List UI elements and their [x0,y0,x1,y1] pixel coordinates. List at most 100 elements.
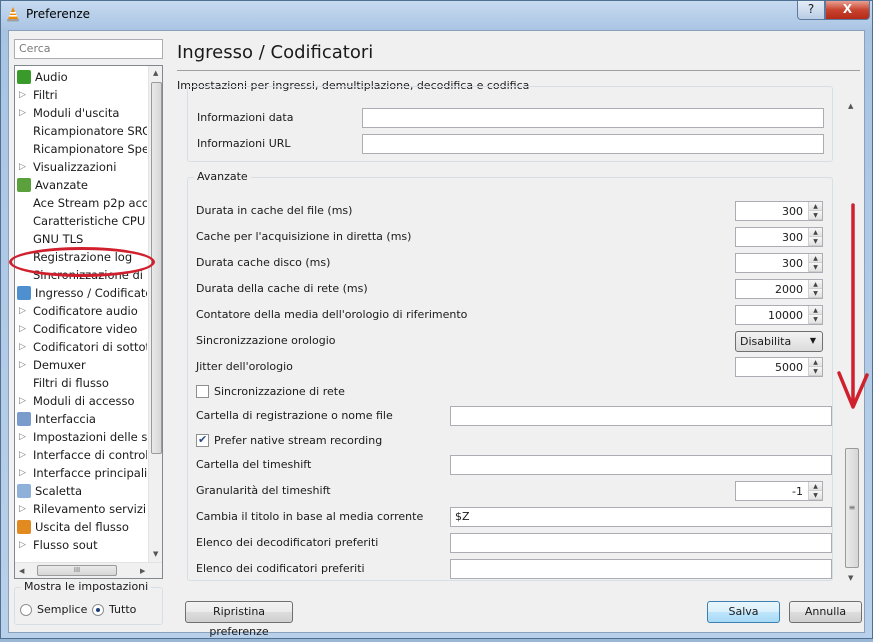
radio-all[interactable] [92,604,104,616]
tree-hscroll-thumb[interactable]: III [37,565,117,576]
expand-arrow-icon[interactable]: ▷ [19,446,26,464]
clock-average-spinbox[interactable]: 10000 ▲ ▼ [735,305,823,325]
scroll-up-icon[interactable]: ▲ [848,102,853,110]
network-cache-spinbox[interactable]: 2000 ▲ ▼ [735,279,823,299]
preferred-decoders-input[interactable] [450,533,832,553]
expand-arrow-icon[interactable]: ▷ [19,86,26,104]
save-button[interactable]: Salva [707,601,780,623]
spin-up-icon[interactable]: ▲ [809,306,822,315]
expand-arrow-icon[interactable]: ▷ [19,464,26,482]
expand-arrow-icon[interactable]: ▷ [19,338,26,356]
timeshift-granularity-spinbox[interactable]: -1 ▲ ▼ [735,481,823,501]
scroll-up-icon[interactable]: ▲ [153,69,158,77]
sidebar-item[interactable]: Audio [15,68,147,86]
radio-simple[interactable] [20,604,32,616]
expand-arrow-icon[interactable]: ▷ [19,428,26,446]
tree-vertical-scrollbar[interactable]: ▲ ▼ [148,66,162,562]
settings-vertical-scrollbar[interactable]: ▲ ≡ ▼ [844,96,860,585]
help-button[interactable]: ? [797,1,825,20]
scroll-left-icon[interactable]: ◀ [19,567,24,575]
live-cache-spinbox[interactable]: 300 ▲ ▼ [735,227,823,247]
title-change-input[interactable]: $Z [450,507,832,527]
sidebar-item[interactable]: Ricampionatore Spee [15,140,147,158]
tree-horizontal-scrollbar[interactable]: ◀ III ▶ [15,562,162,578]
spin-down-icon[interactable]: ▼ [809,315,822,324]
scroll-right-icon[interactable]: ▶ [140,567,145,575]
tree-scroll-thumb[interactable] [151,82,162,454]
record-dir-input[interactable] [450,406,832,426]
spin-up-icon[interactable]: ▲ [809,228,822,237]
clock-jitter-spinbox[interactable]: 5000 ▲ ▼ [735,357,823,377]
network-sync-checkbox[interactable] [196,385,209,398]
sidebar-item[interactable]: ▷ Moduli di accesso [15,392,147,410]
sidebar-item[interactable]: ▷ Flusso sout [15,536,147,554]
disc-cache-spinbox[interactable]: 300 ▲ ▼ [735,253,823,273]
sidebar-item[interactable]: ▷ Filtri [15,86,147,104]
sidebar-item[interactable]: Sincronizzazione di re [15,266,147,284]
spin-down-icon[interactable]: ▼ [809,263,822,272]
spin-up-icon[interactable]: ▲ [809,280,822,289]
spin-down-icon[interactable]: ▼ [809,367,822,376]
music-note-icon [17,70,31,84]
info-url-input[interactable] [362,134,824,154]
disc-cache-value: 300 [782,257,803,270]
cancel-button[interactable]: Annulla [789,601,862,623]
spin-down-icon[interactable]: ▼ [809,211,822,220]
sidebar-item-label: Visualizzazioni [33,160,117,174]
sidebar-item-label: GNU TLS [33,232,84,246]
file-cache-spinbox[interactable]: 300 ▲ ▼ [735,201,823,221]
network-sync-label: Sincronizzazione di rete [214,385,345,398]
sidebar-item[interactable]: Filtri di flusso [15,374,147,392]
expand-arrow-icon[interactable]: ▷ [19,320,26,338]
live-cache-value: 300 [782,231,803,244]
expand-arrow-icon[interactable]: ▷ [19,302,26,320]
expand-arrow-icon[interactable]: ▷ [19,356,26,374]
sidebar-item[interactable]: ▷ Impostazioni delle sc [15,428,147,446]
sidebar-item[interactable]: GNU TLS [15,230,147,248]
sidebar-item[interactable]: Caratteristiche CPU [15,212,147,230]
native-recording-checkbox[interactable] [196,433,209,447]
expand-arrow-icon[interactable]: ▷ [19,392,26,410]
sidebar-item[interactable]: ▷ Interfacce principali [15,464,147,482]
spin-up-icon[interactable]: ▲ [809,202,822,211]
expand-arrow-icon[interactable]: ▷ [19,158,26,176]
spin-up-icon[interactable]: ▲ [809,254,822,263]
sidebar-item[interactable]: Interfaccia [15,410,147,428]
preferred-encoders-input[interactable] [450,559,832,579]
clock-sync-label: Sincronizzazione orologio [196,334,336,347]
sidebar-item[interactable]: ▷ Visualizzazioni [15,158,147,176]
title-bar[interactable]: Preferenze ? X [1,1,872,29]
spin-down-icon[interactable]: ▼ [809,491,822,500]
sidebar-item[interactable]: Scaletta [15,482,147,500]
close-button[interactable]: X [825,1,870,20]
sidebar-item[interactable]: ▷ Codificatori di sottoti [15,338,147,356]
sidebar-item[interactable]: ▷ Codificatore audio [15,302,147,320]
reset-preferences-button[interactable]: Ripristina preferenze [185,601,293,638]
expand-arrow-icon[interactable]: ▷ [19,536,26,554]
sidebar-item[interactable]: Registrazione log [15,248,147,266]
scroll-down-icon[interactable]: ▼ [848,574,853,582]
spin-down-icon[interactable]: ▼ [809,237,822,246]
sidebar-item[interactable]: Ricampionatore SRC [15,122,147,140]
sidebar-item[interactable]: ▷ Codificatore video [15,320,147,338]
sidebar-item[interactable]: Uscita del flusso [15,518,147,536]
spin-up-icon[interactable]: ▲ [809,482,822,491]
sidebar-item[interactable]: ▷ Interfacce di controllo [15,446,147,464]
settings-scroll-thumb[interactable]: ≡ [845,448,859,568]
sidebar-item[interactable]: ▷ Moduli d'uscita [15,104,147,122]
sidebar-item-label: Interfacce principali [33,466,147,480]
search-input[interactable]: Cerca [14,39,163,59]
spin-down-icon[interactable]: ▼ [809,289,822,298]
scroll-down-icon[interactable]: ▼ [153,550,158,558]
expand-arrow-icon[interactable]: ▷ [19,500,26,518]
sidebar-item[interactable]: Ace Stream p2p acce [15,194,147,212]
info-date-input[interactable] [362,108,824,128]
sidebar-item[interactable]: Avanzate [15,176,147,194]
expand-arrow-icon[interactable]: ▷ [19,104,26,122]
sidebar-item[interactable]: ▷ Demuxer [15,356,147,374]
sidebar-item[interactable]: Ingresso / Codificato [15,284,147,302]
clock-sync-select[interactable]: Disabilita ▼ [735,331,823,352]
sidebar-item[interactable]: ▷ Rilevamento servizi [15,500,147,518]
timeshift-dir-input[interactable] [450,455,832,475]
spin-up-icon[interactable]: ▲ [809,358,822,367]
